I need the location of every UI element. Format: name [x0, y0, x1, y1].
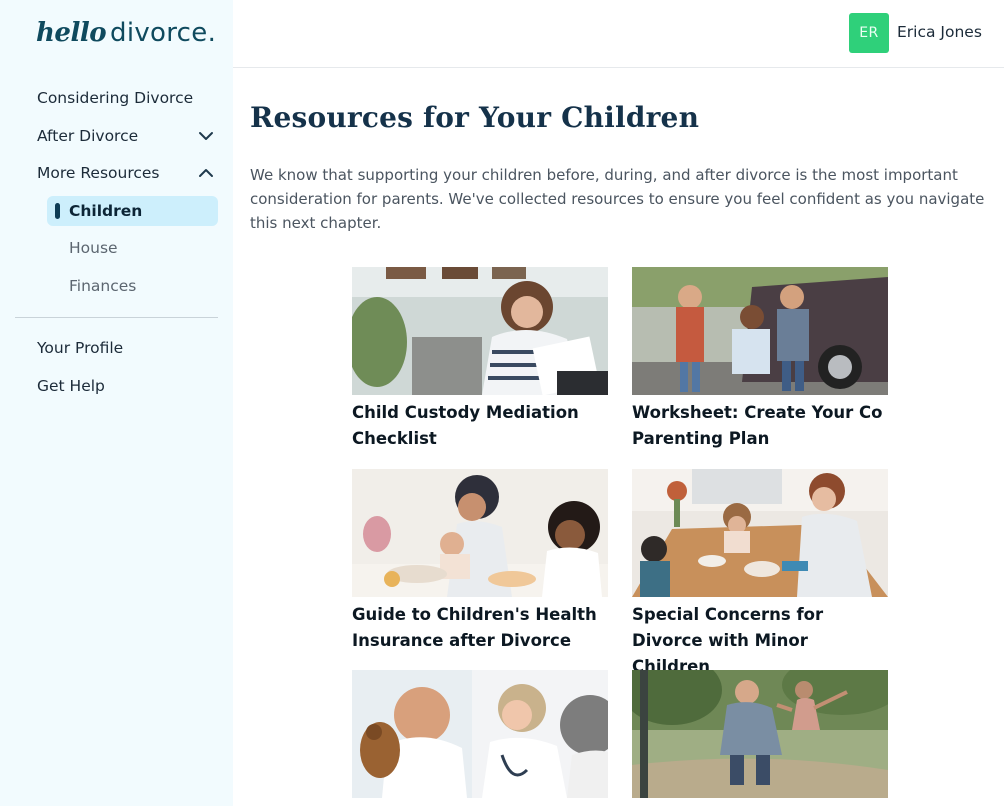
card-image — [352, 469, 608, 597]
user-name[interactable]: Erica Jones — [897, 23, 982, 41]
nav-label: Considering Divorce — [37, 89, 194, 107]
sidebar: hello divorce. Considering Divorce After … — [0, 0, 233, 806]
nav-label: More Resources — [37, 164, 160, 182]
card-image — [352, 267, 608, 395]
nav-item-get-help[interactable]: Get Help — [37, 371, 217, 401]
brand-logo[interactable]: hello divorce. — [36, 18, 216, 48]
card-image — [632, 267, 888, 395]
sidebar-item-children[interactable]: Children — [47, 196, 218, 226]
avatar[interactable]: ER — [849, 13, 889, 53]
sub-label: House — [69, 239, 118, 257]
resource-card-health-insurance[interactable]: Guide to Children's Health Insurance aft… — [352, 469, 608, 654]
card-title: Guide to Children's Health Insurance aft… — [352, 605, 597, 650]
page-title: Resources for Your Children — [250, 101, 700, 134]
card-title: Special Concerns for Divorce with Minor … — [632, 605, 824, 676]
card-image — [352, 670, 608, 798]
chevron-up-icon[interactable] — [195, 162, 217, 184]
nav-item-after-divorce[interactable]: After Divorce — [37, 121, 217, 151]
resource-card-6[interactable] — [632, 670, 888, 803]
intro-text: We know that supporting your children be… — [250, 166, 985, 232]
sidebar-divider — [15, 317, 218, 318]
sub-label: Children — [69, 202, 143, 220]
card-image — [632, 670, 888, 798]
card-title: Child Custody Mediation Checklist — [352, 403, 579, 448]
sidebar-item-house[interactable]: House — [47, 233, 218, 263]
nav-label: Get Help — [37, 377, 105, 395]
nav-label: Your Profile — [37, 339, 124, 357]
nav-item-more-resources[interactable]: More Resources — [37, 158, 217, 188]
resource-card-special-concerns[interactable]: Special Concerns for Divorce with Minor … — [632, 469, 888, 680]
resource-card-custody-checklist[interactable]: Child Custody Mediation Checklist — [352, 267, 608, 452]
nav-item-your-profile[interactable]: Your Profile — [37, 333, 217, 363]
chevron-down-icon[interactable] — [195, 125, 217, 147]
logo-script: hello — [36, 18, 107, 48]
nav-label: After Divorce — [37, 127, 139, 145]
resource-card-coparenting-worksheet[interactable]: Worksheet: Create Your Co Parenting Plan — [632, 267, 888, 452]
card-title: Worksheet: Create Your Co Parenting Plan — [632, 403, 883, 448]
active-indicator — [55, 203, 60, 219]
nav-item-considering-divorce[interactable]: Considering Divorce — [37, 83, 217, 113]
card-image — [632, 469, 888, 597]
logo-text: divorce. — [110, 18, 217, 48]
resource-card-5[interactable] — [352, 670, 608, 803]
sidebar-item-finances[interactable]: Finances — [47, 271, 218, 301]
sub-label: Finances — [69, 277, 137, 295]
